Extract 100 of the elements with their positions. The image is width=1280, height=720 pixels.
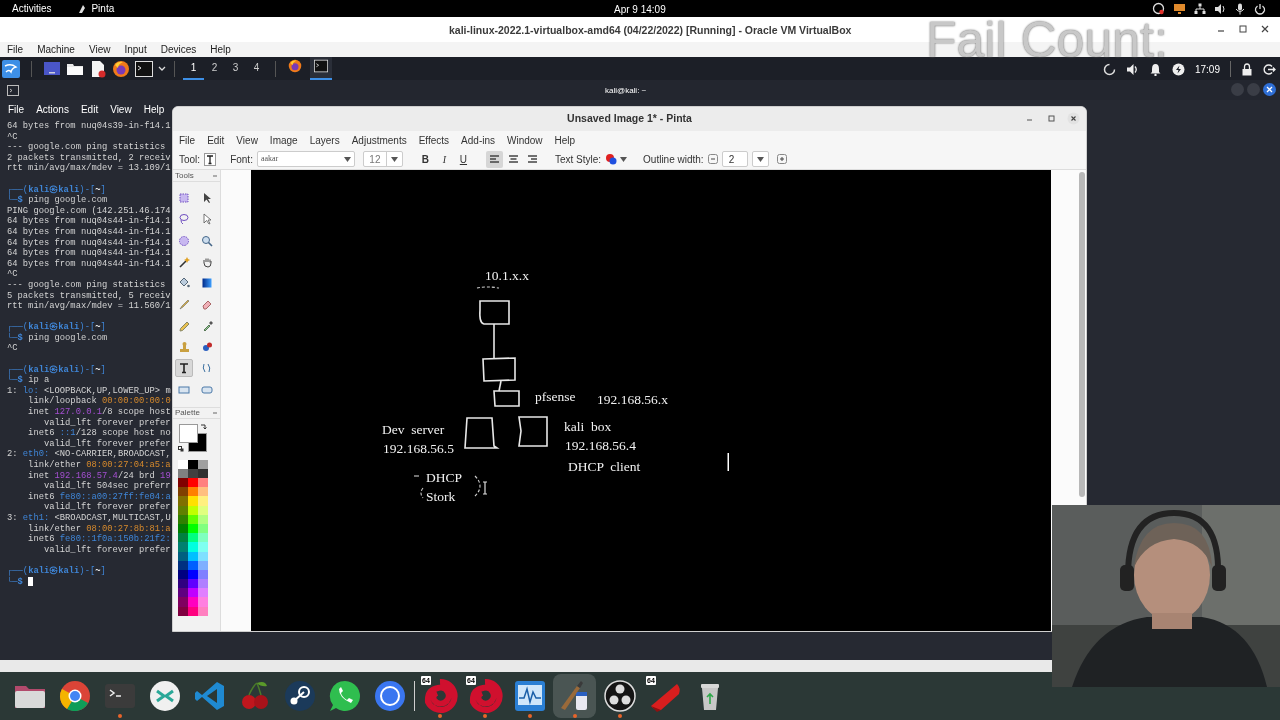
workspace-tab[interactable]: 2 [204, 57, 225, 80]
font-size-field[interactable]: 12 [362, 151, 403, 167]
terminal-text: valid_lft forever prefer [42, 502, 171, 513]
workspace-tab[interactable]: 3 [225, 57, 246, 80]
canvas-text: 192.168.56.4 [565, 438, 636, 453]
terminal-text: ^C [7, 131, 18, 143]
terminal-text: fe80::a00:27ff:fe04:a [59, 491, 171, 502]
outline-width-field[interactable]: 2 [721, 151, 748, 167]
terminal-text: rtt min/avg/max/mdev = 11.560/1 [7, 301, 171, 312]
window-title: kali@kali: ~ [605, 85, 647, 97]
canvas-text: DHCP [426, 470, 462, 485]
menu-item[interactable]: Devices [160, 42, 197, 57]
menu-item[interactable]: Adjustments [351, 132, 407, 148]
terminal-text: ~ [95, 184, 101, 195]
menu-item[interactable]: View [88, 42, 111, 57]
terminal-text: PING google.com (142.251.46.174 [7, 205, 171, 216]
font-label: Font: [230, 152, 253, 167]
menu-item[interactable]: View [236, 132, 258, 148]
terminal-text: valid_lft forever prefer [42, 438, 171, 449]
menu-item[interactable]: Actions [36, 101, 69, 117]
menu-item[interactable]: File [7, 42, 24, 57]
terminal-text: kali㉿kali [28, 322, 80, 333]
window-title: kali-linux-2022.1-virtualbox-amd64 (04/22/2022) [Running] - Oracle VM VirtualBox [449, 23, 852, 38]
window-title: Unsaved Image 1* - Pinta [567, 111, 692, 127]
terminal-text: $ [17, 576, 23, 588]
terminal-text: inet6 [27, 491, 56, 502]
terminal-text: 2 packets transmitted, 2 receiv [7, 152, 171, 163]
menu-item[interactable]: Input [124, 42, 147, 57]
terminal-text: 08:00:27:04:a5:a [86, 460, 171, 471]
terminal-text: 192.168.57.4 [54, 470, 118, 481]
terminal-text: 00:00:00:00:0 [102, 396, 171, 407]
terminal-text: 127.0.0.1 [54, 407, 103, 418]
menu-item[interactable]: Help [210, 42, 231, 57]
font-value: aakar [260, 153, 279, 165]
font-size-value: 12 [368, 152, 382, 167]
terminal-text: fe80::1f0a:150b:21f2: [59, 534, 171, 545]
menu-item[interactable]: Effects [418, 132, 450, 148]
menu-item[interactable]: Add-ins [461, 132, 495, 148]
terminal-text: ::1 [59, 428, 76, 439]
terminal-text: 64 bytes from nuq04s44-in-f14.1 [7, 226, 171, 238]
terminal-text: link/ether [27, 460, 82, 471]
overlay-counter-text: Fail Count: [926, 17, 1168, 63]
terminal-text: 64 bytes from nuq04s44-in-f14.1 [7, 248, 171, 259]
app-menu-button[interactable]: Pinta [77, 1, 115, 16]
style-button[interactable]: B [416, 150, 434, 168]
menu-item[interactable]: File [8, 101, 25, 117]
menu-item[interactable]: Machine [37, 42, 75, 57]
text-style-label: Text Style: [554, 152, 602, 167]
terminal-text: kali㉿kali [28, 565, 80, 577]
workspace-tab[interactable]: 4 [246, 57, 267, 80]
terminal-text: <BROADCAST,MULTICAST,U [53, 512, 171, 524]
style-button[interactable]: I [435, 150, 453, 168]
panel-title: Tools [175, 169, 194, 182]
terminal-text: <LOOPBACK,UP,LOWER_UP> m [42, 385, 171, 396]
terminal-text: ping google.com [28, 195, 108, 206]
terminal-text: kali㉿kali [28, 364, 80, 375]
terminal-text: eth1: [22, 512, 50, 524]
menu-item[interactable]: File [179, 132, 196, 148]
terminal-text: ] [100, 322, 106, 333]
terminal-text: 3: [7, 512, 19, 524]
terminal-text: )-[ [79, 364, 96, 376]
menu-item[interactable]: Image [269, 132, 298, 148]
canvas-text: 192.168.56.x [597, 392, 668, 407]
activities-button[interactable]: Activities [12, 1, 52, 16]
tool-label: Tool: [179, 152, 201, 167]
terminal-text: 64 bytes from nuq04s39-in-f14.1 [7, 121, 171, 132]
menu-item[interactable]: Edit [207, 132, 225, 148]
terminal-text: link/loopback [27, 396, 98, 407]
terminal-text: └─ [7, 195, 18, 206]
canvas-text: 10.1.x.x [485, 268, 529, 283]
terminal-text: $ [17, 195, 23, 206]
canvas[interactable]: 10.1.x.x pfsense 192.168.56.x Dev server 192.168.56.5 kali box 192.168.56.4 DHCP client DHCP Stork [251, 170, 1051, 631]
menu-item[interactable]: Help [143, 101, 165, 117]
menu-item[interactable]: Edit [80, 101, 99, 117]
terminal-text: ip a [28, 375, 50, 386]
menu-item[interactable]: Layers [309, 132, 340, 148]
menu-item[interactable]: View [110, 101, 132, 117]
terminal-text: 5 packets transmitted, 5 receiv [7, 290, 171, 301]
terminal-text: link/ether [27, 523, 82, 534]
canvas-text: kali box [564, 419, 612, 434]
menu-item[interactable]: Help [554, 132, 576, 148]
style-button[interactable]: U [454, 150, 472, 168]
terminal-text: 64 bytes from nuq04s44-in-f14.1 [7, 237, 171, 248]
terminal-text: 2: [7, 449, 19, 460]
terminal-text: 64 bytes from nuq04s44-in-f14.1 [7, 258, 171, 270]
canvas-text: Stork [426, 489, 456, 504]
terminal-text: inet [27, 470, 51, 481]
canvas-text: pfsense [535, 389, 576, 404]
terminal-text: ┌──( [7, 364, 29, 376]
terminal-text: ~ [95, 364, 101, 376]
terminal-text: ] [100, 184, 106, 195]
menu-item[interactable]: Window [507, 132, 543, 148]
terminal-text: )-[ [79, 565, 96, 577]
terminal-text: rtt min/avg/max/mdev = 13.109/1 [7, 163, 171, 174]
font-dropdown[interactable]: aakar [256, 151, 355, 167]
terminal-text: ^C [7, 269, 18, 280]
terminal-text: └─ [7, 576, 18, 588]
clock-button[interactable]: Apr 9 14:09 [614, 2, 666, 17]
terminal-text: ~ [95, 322, 101, 333]
terminal-text: valid_lft 504sec preferr [42, 481, 171, 492]
